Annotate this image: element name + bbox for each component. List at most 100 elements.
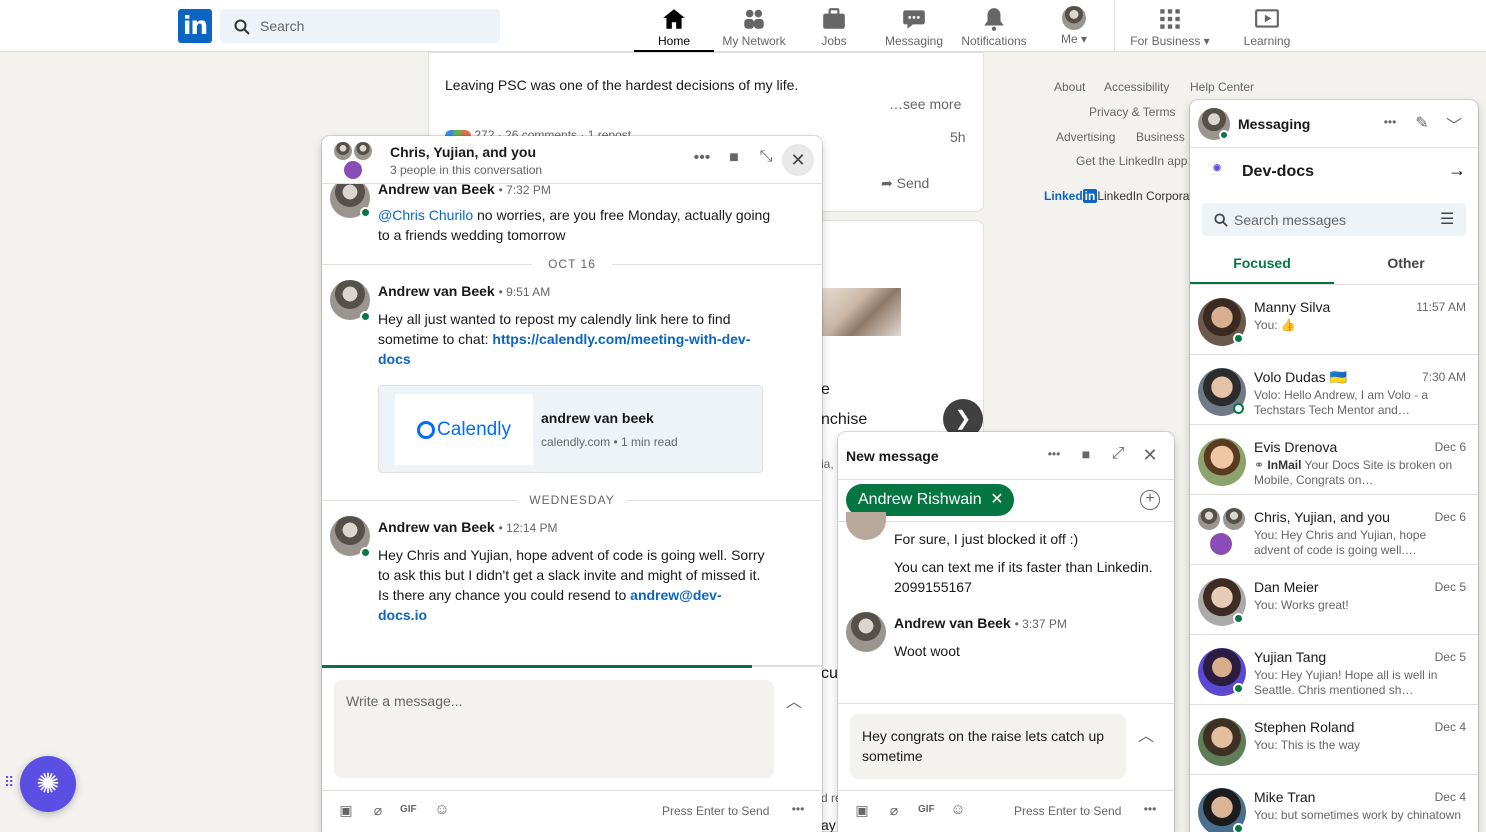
mention-link[interactable]: @Chris Churilo — [378, 207, 473, 223]
nav-for-business[interactable]: For Business ▾ — [1120, 0, 1220, 52]
conversation-preview: ⚭ InMail Your Docs Site is broken on Mob… — [1254, 458, 1453, 487]
conversation-item[interactable]: Chris, Yujian, and you Dec 6 You: Hey Ch… — [1190, 495, 1478, 565]
expand-compose-icon[interactable]: ︿ — [784, 688, 804, 712]
minimize-icon[interactable]: ⤡ — [754, 148, 778, 166]
filter-icon[interactable]: ☰ — [1440, 209, 1454, 229]
footer-business-link[interactable]: Business — [1136, 130, 1185, 144]
calendly-logo: Calendly — [395, 394, 533, 465]
link-preview-card[interactable]: Calendly andrew van beek calendly.com • … — [378, 385, 763, 473]
nav-my-network[interactable]: My Network — [714, 0, 794, 52]
conversation-time: Dec 5 — [1434, 650, 1466, 664]
linkedin-logo[interactable]: in — [178, 9, 212, 43]
footer-about-link[interactable]: About — [1054, 80, 1085, 94]
close-icon[interactable]: ✕ — [782, 144, 814, 176]
nav-notifications[interactable]: Notifications — [954, 0, 1034, 52]
new-message-header[interactable]: New message ••• ■ ⤢ ✕ — [838, 432, 1174, 480]
more-options-icon[interactable]: ••• — [690, 149, 714, 167]
compose-icon[interactable]: ✎ — [1410, 113, 1434, 133]
message-input[interactable]: Hey congrats on the raise lets catch up … — [850, 714, 1126, 779]
avatar — [1062, 6, 1086, 30]
more-options-icon[interactable]: ••• — [1042, 447, 1066, 461]
avatar — [846, 512, 886, 540]
see-more-link[interactable]: …see more — [889, 96, 961, 112]
send-options-icon[interactable]: ••• — [788, 802, 808, 816]
conversation-time: Dec 6 — [1434, 510, 1466, 524]
attachment-icon[interactable]: ⌀ — [884, 802, 904, 819]
footer-advertising-link[interactable]: Advertising — [1056, 130, 1115, 144]
tab-other[interactable]: Other — [1334, 246, 1478, 284]
conversation-item[interactable]: Dan Meier Dec 5 You: Works great! — [1190, 565, 1478, 635]
toolbar-divider — [322, 790, 822, 791]
footer-help-link[interactable]: Help Center — [1190, 80, 1254, 94]
chat-icon — [903, 10, 925, 29]
assistant-widget-button[interactable]: ✺ — [20, 756, 76, 812]
conversation-item[interactable]: Mike Tran Dec 4 You: but sometimes work … — [1190, 775, 1478, 832]
conversation-item[interactable]: Manny Silva 11:57 AM You: 👍 — [1190, 285, 1478, 355]
add-recipient-icon[interactable]: + — [1140, 490, 1160, 510]
chat-header[interactable]: Chris, Yujian, and you 3 people in this … — [322, 136, 822, 184]
search-input[interactable] — [260, 9, 490, 43]
search-bar[interactable] — [220, 9, 500, 43]
conversation-item[interactable]: Stephen Roland Dec 4 You: This is the wa… — [1190, 705, 1478, 775]
more-options-icon[interactable]: ••• — [1378, 115, 1402, 129]
footer-linkedin-logo: Linked in LinkedIn Corporation — [1044, 189, 1209, 203]
message-input[interactable]: Write a message... — [334, 680, 774, 778]
search-icon — [1214, 213, 1228, 227]
conversation-name: Volo Dudas 🇺🇦 — [1254, 369, 1347, 385]
expand-icon[interactable]: ⤢ — [1106, 445, 1130, 463]
nav-learning[interactable]: Learning — [1227, 0, 1307, 52]
conversation-item[interactable]: Yujian Tang Dec 5 You: Hey Yujian! Hope … — [1190, 635, 1478, 705]
message-body: Woot woot — [894, 643, 960, 659]
arrow-right-icon[interactable]: → — [1448, 160, 1466, 181]
emoji-icon[interactable]: ☺ — [432, 801, 452, 818]
tab-focused[interactable]: Focused — [1190, 246, 1334, 284]
remove-recipient-icon[interactable]: ✕ — [990, 484, 1003, 516]
image-icon[interactable]: ▣ — [852, 802, 872, 819]
new-message-window: New message ••• ■ ⤢ ✕ Andrew Rishwain ✕ +… — [838, 432, 1174, 832]
footer-getapp-link[interactable]: Get the LinkedIn app — [1076, 154, 1187, 168]
search-messages-bar[interactable]: Search messages ☰ — [1202, 203, 1466, 236]
avatar — [344, 161, 362, 179]
avatar — [1198, 438, 1246, 486]
attachment-icon[interactable]: ⌀ — [368, 802, 388, 819]
conversation-item[interactable]: Volo Dudas 🇺🇦 7:30 AM Volo: Hello Andrew… — [1190, 355, 1478, 425]
recipient-row: Andrew Rishwain ✕ + — [838, 480, 1174, 522]
expand-compose-icon[interactable]: ︿ — [1136, 722, 1156, 746]
send-options-icon[interactable]: ••• — [1140, 802, 1160, 816]
chat-title[interactable]: Chris, Yujian, and you — [390, 144, 536, 160]
gif-icon[interactable]: GIF — [918, 804, 935, 815]
nav-jobs[interactable]: Jobs — [794, 0, 874, 52]
gif-icon[interactable]: GIF — [400, 804, 417, 815]
away-status-icon — [1233, 403, 1244, 414]
post-partial-text: e — [821, 381, 830, 398]
nav-home[interactable]: Home — [634, 0, 714, 52]
chevron-down-icon[interactable]: ﹀ — [1442, 112, 1466, 136]
home-icon — [663, 9, 685, 29]
video-call-icon[interactable]: ■ — [722, 149, 746, 167]
avatar — [354, 142, 372, 160]
nav-network-label: My Network — [722, 34, 786, 48]
message-header: Andrew van Beek • 9:51 AM — [378, 283, 551, 299]
page-switcher[interactable]: ◉ Dev-docs → — [1190, 148, 1478, 196]
close-icon[interactable]: ✕ — [1138, 445, 1162, 466]
messaging-header[interactable]: Messaging ••• ✎ ﹀ — [1190, 100, 1478, 148]
footer-privacy-link[interactable]: Privacy & Terms — [1089, 105, 1175, 119]
footer-accessibility-link[interactable]: Accessibility — [1104, 80, 1169, 94]
video-call-icon[interactable]: ■ — [1074, 446, 1098, 462]
nav-me[interactable]: Me ▾ — [1034, 0, 1114, 52]
post-partial-text: nchise — [821, 411, 868, 428]
conversation-name: Yujian Tang — [1254, 649, 1327, 665]
search-messages-input[interactable]: Search messages — [1234, 212, 1346, 228]
online-status-icon — [1233, 333, 1244, 344]
drag-handle-icon[interactable]: ⠿ — [4, 774, 14, 791]
conversation-list: Manny Silva 11:57 AM You: 👍 Volo Dudas 🇺… — [1190, 285, 1478, 832]
send-button[interactable]: ➦ Send — [881, 175, 929, 192]
conversation-name: Manny Silva — [1254, 299, 1331, 315]
grid-icon — [1160, 9, 1180, 29]
image-icon[interactable]: ▣ — [336, 802, 356, 819]
nav-messaging[interactable]: Messaging — [874, 0, 954, 52]
emoji-icon[interactable]: ☺ — [948, 801, 968, 818]
conversation-time: Dec 5 — [1434, 580, 1466, 594]
conversation-time: Dec 6 — [1434, 440, 1466, 454]
conversation-item[interactable]: Evis Drenova Dec 6 ⚭ InMail Your Docs Si… — [1190, 425, 1478, 495]
